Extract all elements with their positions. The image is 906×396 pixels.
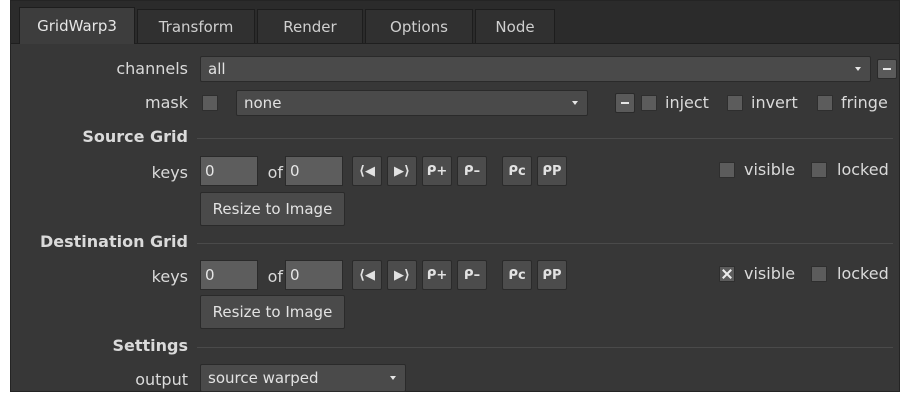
tab-options[interactable]: Options [365,9,473,43]
destination-copy-key-button[interactable]: ᑭc [502,260,532,290]
invert-checkbox[interactable] [727,95,743,111]
destination-delete-key-button[interactable]: ᑭ– [457,260,487,290]
settings-heading: Settings [112,336,188,355]
tab-gridwarp3[interactable]: GridWarp3 [19,7,135,44]
destination-keys-label: keys [151,267,188,286]
destination-locked-label: locked [837,264,889,283]
source-locked-checkbox[interactable] [811,162,827,178]
chevron-down-icon [572,101,578,105]
settings-divider [197,347,893,348]
source-copy-key-button[interactable]: ᑭc [502,156,532,186]
fringe-label: fringe [841,93,888,112]
chevron-down-icon [390,376,396,380]
source-add-key-button[interactable]: ᑭ+ [422,156,452,186]
source-visible-label: visible [744,160,796,179]
destination-locked-checkbox[interactable] [811,266,827,282]
tab-bar: GridWarp3 Transform Render Options Node [11,1,899,44]
output-label: output [135,370,188,389]
destination-grid-heading: Destination Grid [39,232,188,251]
invert-label: invert [751,93,798,112]
destination-of-label: of [267,267,283,286]
tab-render[interactable]: Render [257,9,363,43]
mask-dropdown[interactable]: none [236,90,588,116]
tab-node[interactable]: Node [475,9,555,43]
output-dropdown[interactable]: source warped [200,364,406,392]
mask-label: mask [145,93,188,112]
source-of-field: 0 [285,156,343,186]
gridwarp-properties-panel: GridWarp3 Transform Render Options Node … [10,0,900,392]
mask-enable-checkbox[interactable] [202,95,218,111]
source-keys-label: keys [151,163,188,182]
mask-value: none [244,94,282,112]
destination-of-field: 0 [285,260,343,290]
destination-keys-field[interactable]: 0 [200,260,258,290]
destination-add-key-button[interactable]: ᑭ+ [422,260,452,290]
destination-visible-checkbox[interactable] [719,266,735,282]
channels-value: all [208,60,226,78]
source-of-label: of [267,163,283,182]
inject-label: inject [665,93,709,112]
channels-label: channels [116,59,188,78]
source-visible-checkbox[interactable] [719,162,735,178]
source-delete-key-button[interactable]: ᑭ– [457,156,487,186]
channels-dropdown[interactable]: all [200,56,871,82]
source-grid-heading: Source Grid [82,127,188,146]
destination-paste-key-button[interactable]: ᑭP [537,260,567,290]
tab-transform[interactable]: Transform [137,9,255,43]
source-first-key-button[interactable]: ⟨◀ [352,156,382,186]
source-grid-divider [197,138,893,139]
destination-first-key-button[interactable]: ⟨◀ [352,260,382,290]
destination-last-key-button[interactable]: ▶⟩ [387,260,417,290]
mask-minus-button[interactable] [615,93,635,113]
output-value: source warped [208,369,319,387]
channels-minus-button[interactable] [877,59,897,79]
source-paste-key-button[interactable]: ᑭP [537,156,567,186]
source-last-key-button[interactable]: ▶⟩ [387,156,417,186]
destination-resize-to-image-button[interactable]: Resize to Image [200,295,345,329]
inject-checkbox[interactable] [641,95,657,111]
source-keys-field[interactable]: 0 [200,156,258,186]
source-locked-label: locked [837,160,889,179]
source-resize-to-image-button[interactable]: Resize to Image [200,192,345,226]
fringe-checkbox[interactable] [817,95,833,111]
destination-visible-label: visible [744,264,796,283]
destination-grid-divider [197,243,893,244]
chevron-down-icon [855,67,861,71]
